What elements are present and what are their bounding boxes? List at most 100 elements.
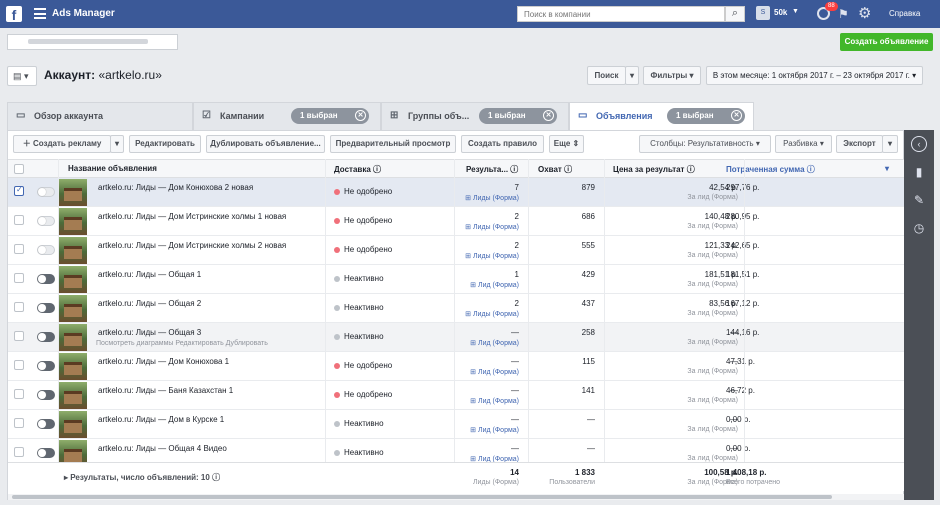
selection-pill[interactable]: 1 выбран ✕ (291, 108, 369, 124)
breakdown-button[interactable]: Разбивка ▾ (775, 135, 832, 153)
row-checkbox[interactable] (14, 215, 24, 225)
table-row[interactable]: artkelo.ru: Лиды — Общая 1 Неактивно 1 ⊞ Ли… (8, 265, 904, 294)
ad-thumbnail[interactable] (59, 208, 87, 235)
ad-thumbnail[interactable] (59, 266, 87, 293)
ad-thumbnail[interactable] (59, 411, 87, 438)
row-checkbox[interactable] (14, 447, 24, 457)
ad-name[interactable]: artkelo.ru: Лиды — Дом Истринские холмы … (98, 241, 286, 250)
menu-icon[interactable] (34, 8, 46, 19)
col-results[interactable]: Результа... ⓘ (466, 164, 518, 175)
tab-campaigns[interactable]: ☑ Кампании 1 выбран ✕ (193, 102, 381, 130)
ad-toggle[interactable] (37, 448, 55, 458)
chevron-left-icon[interactable]: ‹ (911, 136, 927, 152)
results-label[interactable]: ⊞ Лид (Форма) (470, 426, 519, 434)
select-all-checkbox[interactable] (14, 164, 24, 174)
ad-name[interactable]: artkelo.ru: Лиды — Дом Конюхова 2 новая (98, 183, 253, 192)
create-ad-button[interactable]: Создать объявление (840, 33, 933, 51)
tab-account-overview[interactable]: ▭ Обзор аккаунта (7, 102, 193, 130)
search-button[interactable]: Поиск (587, 66, 626, 85)
table-row[interactable]: artkelo.ru: Лиды — Общая 3 Посмотреть диа… (8, 323, 904, 352)
col-name[interactable]: Название объявления (68, 164, 157, 173)
row-checkbox[interactable] (14, 331, 24, 341)
ad-name[interactable]: artkelo.ru: Лиды — Общая 3 (98, 328, 201, 337)
results-label[interactable]: ⊞ Лид (Форма) (470, 339, 519, 347)
ad-name[interactable]: artkelo.ru: Лиды — Общая 4 Видео (98, 444, 227, 453)
selection-pill[interactable]: 1 выбран ✕ (479, 108, 557, 124)
ad-name[interactable]: artkelo.ru: Лиды — Общая 2 (98, 299, 201, 308)
more-button[interactable]: Еще ⇕ (549, 135, 584, 153)
table-row[interactable]: artkelo.ru: Лиды — Дом Истринские холмы … (8, 207, 904, 236)
ad-thumbnail[interactable] (59, 295, 87, 322)
col-reach[interactable]: Охват ⓘ (538, 164, 572, 175)
ad-thumbnail[interactable] (59, 324, 87, 351)
search-input[interactable] (517, 6, 725, 22)
columns-button[interactable]: Столбцы: Результативность ▾ (639, 135, 771, 153)
table-row[interactable]: artkelo.ru: Лиды — Общая 2 Неактивно 2 ⊞ Ли… (8, 294, 904, 323)
row-checkbox[interactable] (14, 244, 24, 254)
scrollbar-thumb[interactable] (12, 495, 832, 499)
results-label[interactable]: ⊞ Лиды (Форма) (465, 252, 519, 260)
row-checkbox[interactable] (14, 273, 24, 283)
ad-toggle[interactable] (37, 303, 55, 313)
ad-thumbnail[interactable] (59, 353, 87, 380)
results-label[interactable]: ⊞ Лид (Форма) (470, 397, 519, 405)
ad-thumbnail[interactable] (59, 237, 87, 264)
row-actions[interactable]: Посмотреть диаграммы Редактировать Дубли… (96, 340, 268, 347)
facebook-logo-icon[interactable]: f (6, 6, 22, 23)
results-label[interactable]: ⊞ Лид (Форма) (470, 368, 519, 376)
account-avatar[interactable]: S (756, 6, 770, 20)
close-icon[interactable]: ✕ (731, 110, 742, 121)
col-amount-spent[interactable]: Потраченная сумма ⓘ (726, 164, 815, 175)
create-ad-toolbar-button[interactable]: ＋ Создать рекламу (13, 135, 111, 153)
flag-icon[interactable]: ⚑ (838, 7, 849, 21)
account-name[interactable]: 50k (774, 8, 787, 17)
ad-toggle[interactable] (37, 216, 55, 226)
clock-icon[interactable]: ◷ (911, 220, 927, 236)
ad-toggle[interactable] (37, 390, 55, 400)
row-checkbox[interactable] (14, 418, 24, 428)
bar-chart-icon[interactable]: ▮ (911, 164, 927, 180)
date-range-picker[interactable]: В этом месяце: 1 октября 2017 г. – 23 ок… (706, 66, 923, 85)
row-checkbox[interactable] (14, 360, 24, 370)
app-name[interactable]: Ads Manager (52, 8, 115, 19)
gear-icon[interactable]: ⚙ (858, 4, 871, 22)
pencil-icon[interactable]: ✎ (911, 192, 927, 208)
selection-pill[interactable]: 1 выбран ✕ (667, 108, 745, 124)
info-icon[interactable]: ⓘ (373, 165, 381, 174)
table-row[interactable]: artkelo.ru: Лиды — Дом Конюхова 2 новая Н… (8, 178, 904, 207)
tab-ads[interactable]: ▭ Объявления 1 выбран ✕ (569, 102, 754, 130)
ad-toggle[interactable] (37, 419, 55, 429)
create-rule-button[interactable]: Создать правило (461, 135, 544, 153)
row-checkbox[interactable] (14, 302, 24, 312)
ad-toggle[interactable] (37, 274, 55, 284)
info-icon[interactable]: ⓘ (564, 165, 572, 174)
filters-button[interactable]: Фильтры ▾ (643, 66, 701, 85)
ad-name[interactable]: artkelo.ru: Лиды — Дом в Курске 1 (98, 415, 224, 424)
col-delivery[interactable]: Доставка ⓘ (334, 164, 381, 175)
chevron-down-icon[interactable]: ▾ (882, 135, 898, 153)
results-label[interactable]: ⊞ Лид (Форма) (470, 281, 519, 289)
col-cost-per-result[interactable]: Цена за результат ⓘ (613, 164, 695, 175)
ad-toggle[interactable] (37, 187, 55, 197)
view-switcher-button[interactable]: ▤ ▾ (7, 66, 37, 86)
table-row[interactable]: artkelo.ru: Лиды — Дом в Курске 1 Неактив… (8, 410, 904, 439)
ad-name[interactable]: artkelo.ru: Лиды — Баня Казахстан 1 (98, 386, 233, 395)
ad-toggle[interactable] (37, 245, 55, 255)
ad-toggle[interactable] (37, 361, 55, 371)
info-icon[interactable]: ⓘ (212, 473, 220, 482)
ad-name[interactable]: artkelo.ru: Лиды — Общая 1 (98, 270, 201, 279)
ad-name[interactable]: artkelo.ru: Лиды — Дом Конюхова 1 (98, 357, 229, 366)
results-label[interactable]: ⊞ Лиды (Форма) (465, 194, 519, 202)
row-checkbox[interactable] (14, 389, 24, 399)
horizontal-scrollbar[interactable] (8, 494, 904, 500)
info-icon[interactable]: ⓘ (510, 165, 518, 174)
chevron-down-icon[interactable]: ▼ (792, 8, 799, 15)
chevron-down-icon[interactable]: ▾ (110, 135, 124, 153)
table-row[interactable]: artkelo.ru: Лиды — Баня Казахстан 1 Не од… (8, 381, 904, 410)
close-icon[interactable]: ✕ (543, 110, 554, 121)
preview-button[interactable]: Предварительный просмотр (330, 135, 456, 153)
info-icon[interactable]: ⓘ (687, 165, 695, 174)
close-icon[interactable]: ✕ (355, 110, 366, 121)
sort-desc-icon[interactable]: ▾ (885, 164, 889, 173)
help-link[interactable]: Справка (889, 9, 920, 18)
